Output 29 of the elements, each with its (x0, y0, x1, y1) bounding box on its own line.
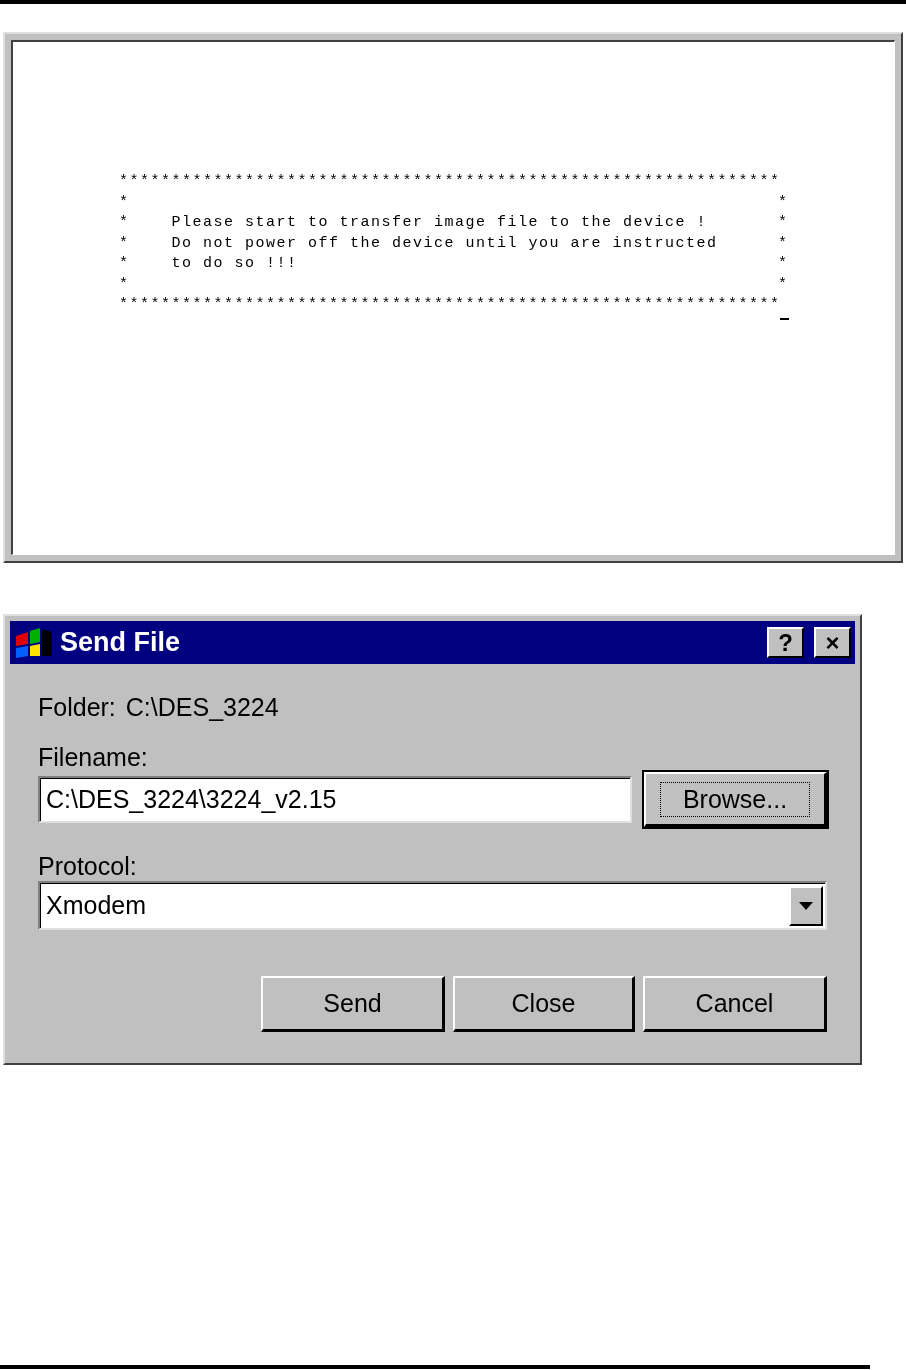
filename-label: Filename: (38, 742, 149, 772)
terminal-message: to do so !!! (171, 255, 298, 272)
terminal-message: Do not power off the device until you are instructed (171, 234, 718, 252)
app-icon (14, 625, 54, 660)
asterisk-border: *************************************************************** (119, 172, 781, 192)
filename-field[interactable]: C:\DES_3224\3224_v2.15 (38, 776, 632, 823)
asterisk-border: * (778, 254, 789, 274)
asterisk-border: * (119, 213, 130, 233)
protocol-dropdown[interactable]: Xmodem (38, 881, 827, 930)
close-button[interactable]: × (814, 627, 851, 658)
dialog-button[interactable]: Send (261, 976, 445, 1032)
folder-path: C:\DES_3224 (125, 692, 279, 722)
dialog-button[interactable]: Close (453, 976, 635, 1032)
protocol-label: Protocol: (38, 851, 138, 881)
asterisk-border: * (778, 233, 789, 254)
asterisk-border: * (778, 192, 789, 213)
window-title: Send File (60, 627, 182, 658)
asterisk-border: * (119, 274, 130, 295)
help-button[interactable]: ? (767, 627, 804, 658)
asterisk-border: * (119, 192, 130, 213)
asterisk-border: * (778, 274, 789, 295)
asterisk-border: * (778, 213, 789, 233)
terminal-message: Please start to transfer image file to the device ! (171, 214, 708, 231)
asterisk-border: * (119, 254, 130, 274)
asterisk-border: *************************************************************** (119, 295, 781, 315)
asterisk-border: * (119, 233, 130, 254)
folder-label: Folder: (38, 692, 116, 722)
dialog-button[interactable]: Cancel (643, 976, 827, 1032)
browse-button[interactable]: Browse... (644, 772, 827, 827)
